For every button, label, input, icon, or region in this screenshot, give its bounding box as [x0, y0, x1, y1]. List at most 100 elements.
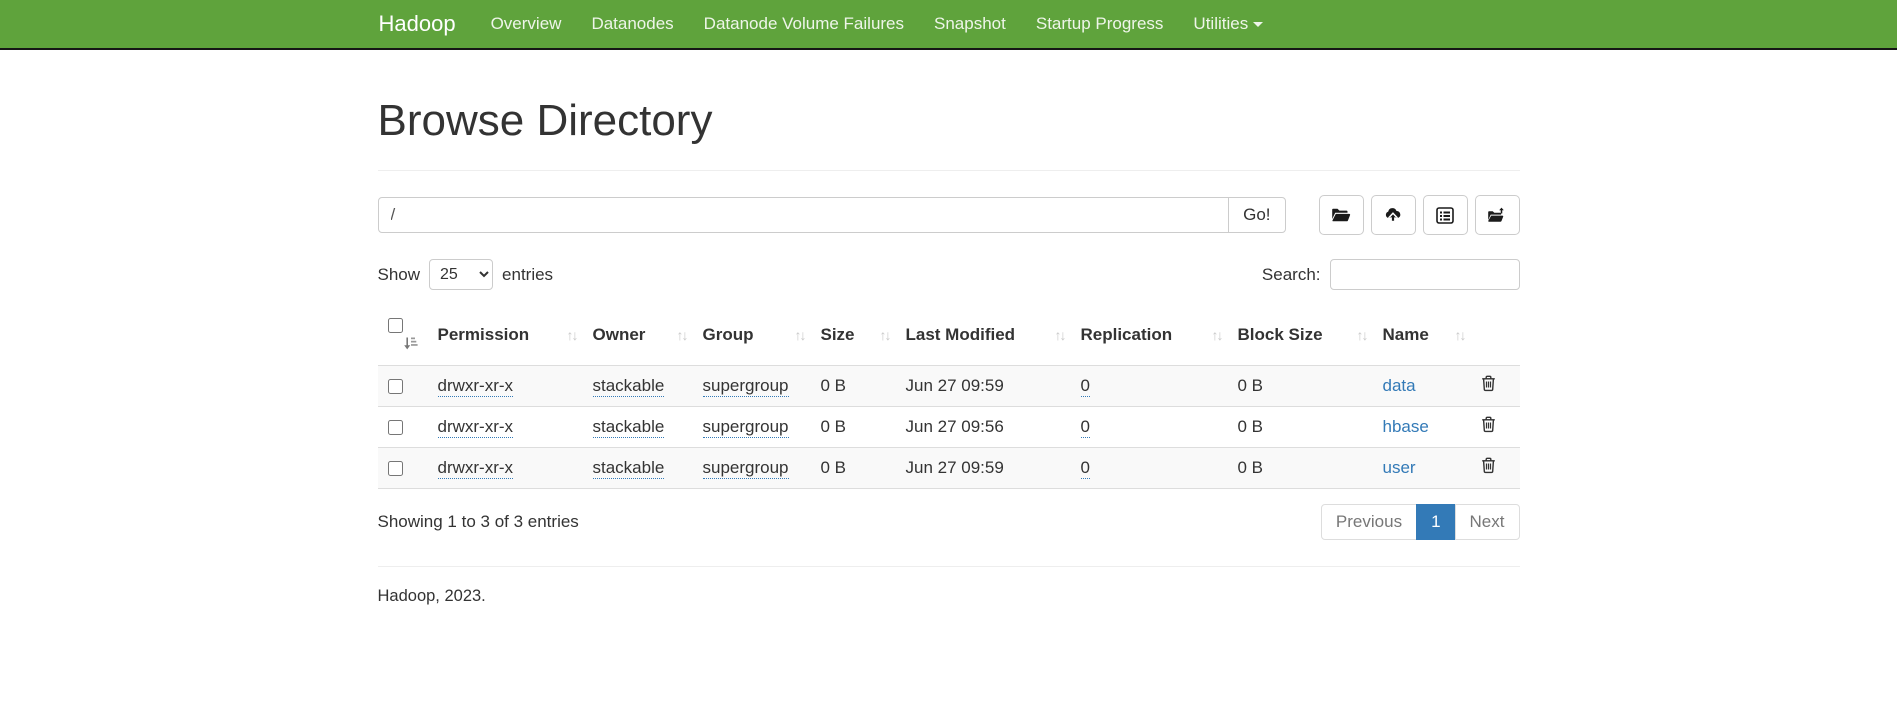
block-size-value: 0 B	[1238, 376, 1264, 395]
row-checkbox[interactable]	[388, 461, 403, 476]
table-search: Search:	[1262, 259, 1520, 290]
table-footer: Showing 1 to 3 of 3 entries Previous 1 N…	[378, 504, 1520, 540]
delete-button[interactable]	[1481, 375, 1496, 395]
row-checkbox[interactable]	[388, 379, 403, 394]
sort-icon	[567, 327, 577, 343]
group-value[interactable]: supergroup	[703, 376, 789, 397]
directory-link[interactable]: data	[1383, 376, 1416, 395]
path-input-group: Go!	[378, 197, 1286, 233]
delete-button[interactable]	[1481, 416, 1496, 436]
size-value: 0 B	[821, 417, 847, 436]
sort-icon	[795, 327, 805, 343]
header-size[interactable]: Size	[813, 306, 898, 365]
block-size-value: 0 B	[1238, 417, 1264, 436]
folder-open-icon	[1331, 207, 1351, 223]
sort-amount-icon	[403, 336, 418, 355]
sort-icon	[1455, 327, 1465, 343]
search-input[interactable]	[1330, 259, 1520, 290]
main-container: Browse Directory Go!	[363, 96, 1535, 606]
page-title: Browse Directory	[378, 96, 1520, 146]
select-all-checkbox[interactable]	[388, 318, 403, 333]
header-replication[interactable]: Replication	[1073, 306, 1230, 365]
header-block-size[interactable]: Block Size	[1230, 306, 1375, 365]
table-header-row: Permission Owner Group Size Last Modifie…	[378, 306, 1520, 365]
cloud-upload-icon	[1383, 207, 1403, 224]
block-size-value: 0 B	[1238, 458, 1264, 477]
size-value: 0 B	[821, 376, 847, 395]
pagination-page-1[interactable]: 1	[1416, 504, 1455, 540]
sort-icon	[1212, 327, 1222, 343]
create-directory-button[interactable]	[1319, 195, 1364, 235]
sort-icon	[1357, 327, 1367, 343]
last-modified-value: Jun 27 09:59	[906, 458, 1004, 477]
sort-icon	[677, 327, 687, 343]
owner-value[interactable]: stackable	[593, 458, 665, 479]
brand-link[interactable]: Hadoop	[379, 0, 456, 49]
header-actions	[1473, 306, 1520, 365]
entries-info: Showing 1 to 3 of 3 entries	[378, 512, 579, 532]
permission-value[interactable]: drwxr-xr-x	[438, 376, 514, 397]
table-row: drwxr-xr-x stackable supergroup 0 B Jun …	[378, 365, 1520, 406]
select-all-header[interactable]	[378, 306, 430, 365]
utilities-label: Utilities	[1193, 14, 1248, 33]
go-button[interactable]: Go!	[1228, 197, 1285, 233]
header-owner[interactable]: Owner	[585, 306, 695, 365]
last-modified-value: Jun 27 09:56	[906, 417, 1004, 436]
directory-path-input[interactable]	[378, 197, 1230, 233]
header-last-modified[interactable]: Last Modified	[898, 306, 1073, 365]
size-value: 0 B	[821, 458, 847, 477]
permission-value[interactable]: drwxr-xr-x	[438, 417, 514, 438]
upload-files-button[interactable]	[1371, 195, 1416, 235]
show-label: Show	[378, 265, 421, 285]
entries-label: entries	[502, 265, 553, 285]
replication-value[interactable]: 0	[1081, 376, 1090, 397]
table-body: drwxr-xr-x stackable supergroup 0 B Jun …	[378, 365, 1520, 488]
directory-table: Permission Owner Group Size Last Modifie…	[378, 306, 1520, 489]
trash-icon	[1481, 380, 1496, 395]
footer-text: Hadoop, 2023.	[378, 587, 1520, 606]
header-name[interactable]: Name	[1375, 306, 1473, 365]
directory-link[interactable]: hbase	[1383, 417, 1429, 436]
last-modified-value: Jun 27 09:59	[906, 376, 1004, 395]
list-alt-icon	[1436, 207, 1454, 224]
nav-item-datanode-volume-failures[interactable]: Datanode Volume Failures	[689, 0, 919, 48]
pagination: Previous 1 Next	[1321, 504, 1520, 540]
nav-item-datanodes[interactable]: Datanodes	[576, 0, 688, 48]
replication-value[interactable]: 0	[1081, 458, 1090, 479]
table-row: drwxr-xr-x stackable supergroup 0 B Jun …	[378, 406, 1520, 447]
top-navbar: Hadoop Overview Datanodes Datanode Volum…	[0, 0, 1897, 50]
nav-item-snapshot[interactable]: Snapshot	[919, 0, 1021, 48]
table-row: drwxr-xr-x stackable supergroup 0 B Jun …	[378, 447, 1520, 488]
heading-divider	[378, 170, 1520, 171]
page-length-select[interactable]: 25	[429, 259, 493, 290]
permission-value[interactable]: drwxr-xr-x	[438, 458, 514, 479]
header-permission[interactable]: Permission	[430, 306, 585, 365]
trash-icon	[1481, 421, 1496, 436]
group-value[interactable]: supergroup	[703, 458, 789, 479]
folder-move-icon	[1487, 207, 1507, 224]
delete-button[interactable]	[1481, 457, 1496, 477]
search-label: Search:	[1262, 265, 1321, 285]
sort-icon	[880, 327, 890, 343]
path-form-row: Go!	[378, 195, 1520, 235]
pagination-next[interactable]: Next	[1455, 504, 1520, 540]
cut-paste-button[interactable]	[1423, 195, 1468, 235]
directory-link[interactable]: user	[1383, 458, 1416, 477]
header-group[interactable]: Group	[695, 306, 813, 365]
table-controls-row: Show 25 entries Search:	[378, 259, 1520, 290]
nav-item-utilities-dropdown[interactable]: Utilities	[1178, 0, 1278, 48]
footer-divider	[378, 566, 1520, 567]
group-value[interactable]: supergroup	[703, 417, 789, 438]
nav-item-overview[interactable]: Overview	[476, 0, 577, 48]
owner-value[interactable]: stackable	[593, 417, 665, 438]
nav-item-startup-progress[interactable]: Startup Progress	[1021, 0, 1179, 48]
chevron-down-icon	[1253, 22, 1263, 27]
explorer-toolbar	[1319, 195, 1520, 235]
length-menu: Show 25 entries	[378, 259, 554, 290]
trash-icon	[1481, 462, 1496, 477]
owner-value[interactable]: stackable	[593, 376, 665, 397]
row-checkbox[interactable]	[388, 420, 403, 435]
move-to-trash-button[interactable]	[1475, 195, 1520, 235]
pagination-previous[interactable]: Previous	[1321, 504, 1417, 540]
replication-value[interactable]: 0	[1081, 417, 1090, 438]
